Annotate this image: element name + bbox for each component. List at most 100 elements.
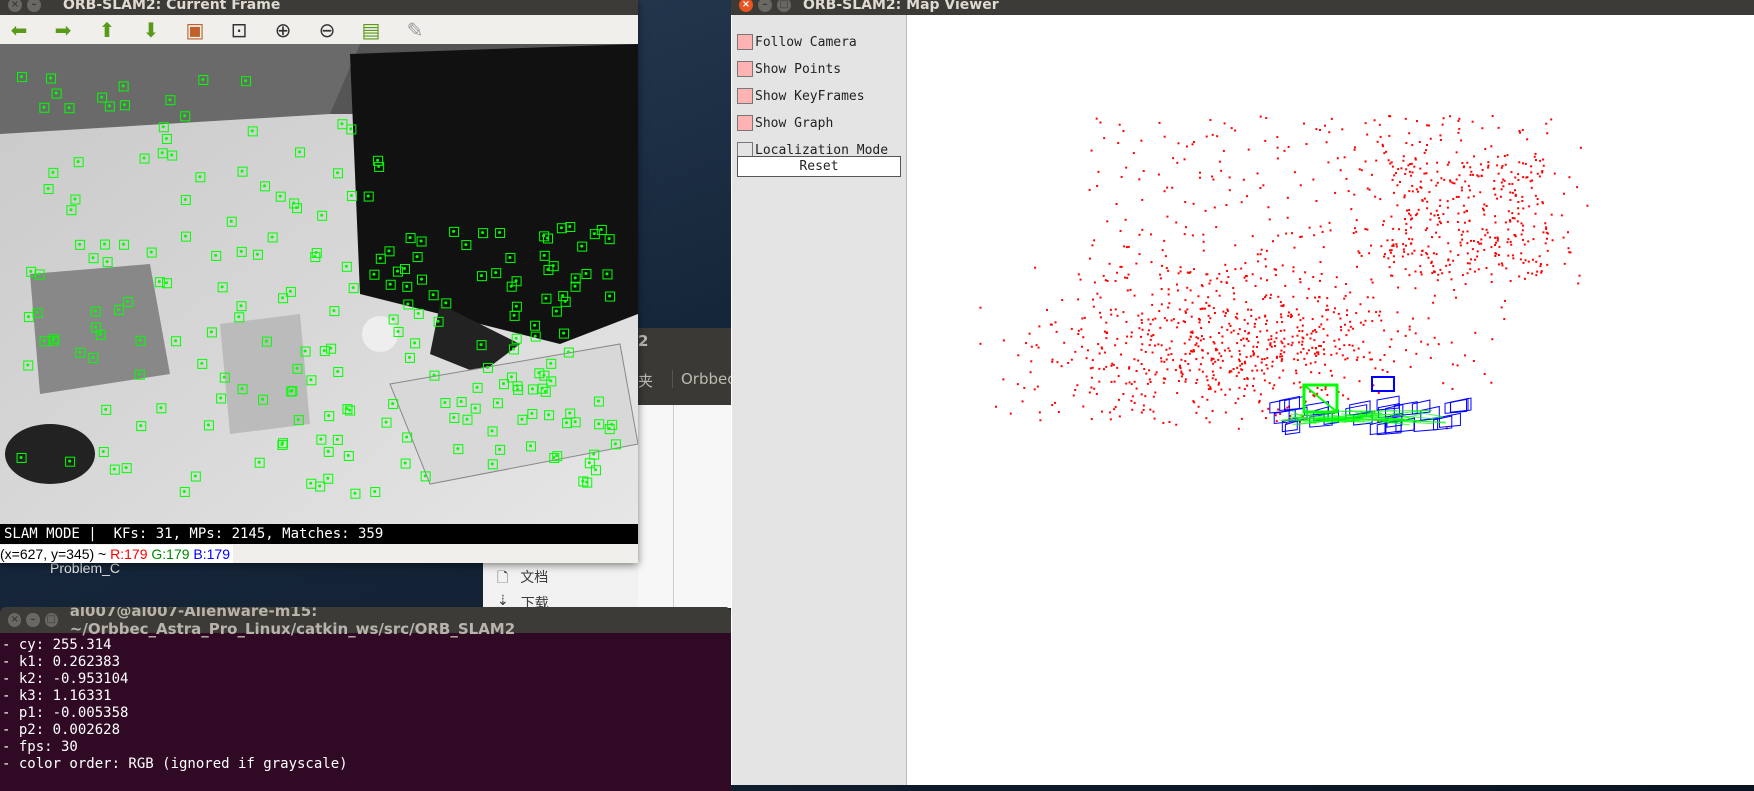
- arrow-down-icon[interactable]: ⬇: [138, 18, 164, 42]
- zoom-in-icon[interactable]: ⊕: [270, 18, 296, 42]
- map-point: [1348, 343, 1351, 346]
- map-point: [1226, 328, 1229, 331]
- map-point: [1274, 274, 1277, 277]
- checkbox-show-graph[interactable]: Show Graph: [737, 113, 833, 133]
- map-point: [1496, 155, 1499, 158]
- feature-point: [584, 271, 588, 275]
- close-icon[interactable]: ×: [739, 0, 753, 12]
- maximize-icon[interactable]: □: [44, 613, 58, 627]
- feature-point: [182, 489, 186, 493]
- map-point: [1313, 395, 1316, 398]
- map-point: [1110, 364, 1113, 367]
- map-point: [1264, 139, 1267, 142]
- checkbox-box[interactable]: [737, 115, 753, 131]
- maximize-icon[interactable]: □: [777, 0, 791, 12]
- map-point: [1315, 331, 1318, 334]
- map-point: [1234, 129, 1237, 132]
- map-point: [1208, 282, 1211, 285]
- map-point: [1237, 371, 1240, 374]
- window-titlebar[interactable]: × – □ al007@al007-Alienware-m15: ~/Orbbec_…: [0, 607, 731, 638]
- map-point: [1509, 279, 1512, 282]
- checkbox-box[interactable]: [737, 88, 753, 104]
- map-point: [1210, 359, 1213, 362]
- map-point: [1245, 301, 1248, 304]
- feature-point: [514, 304, 518, 308]
- close-icon[interactable]: ×: [8, 613, 22, 627]
- map-point: [1171, 186, 1174, 189]
- feature-point: [562, 331, 566, 335]
- map-point: [1412, 317, 1415, 320]
- map-point: [1265, 117, 1268, 120]
- map-point: [1215, 349, 1218, 352]
- map-canvas[interactable]: [907, 15, 1754, 785]
- checkbox-box[interactable]: [737, 61, 753, 77]
- map-point: [1191, 301, 1194, 304]
- feature-point: [566, 350, 570, 354]
- map-point: [1148, 369, 1151, 372]
- map-point: [1127, 245, 1130, 248]
- window-titlebar[interactable]: × – ORB-SLAM2: Current Frame: [0, 0, 638, 15]
- close-icon[interactable]: ×: [8, 0, 22, 12]
- map-point: [1470, 170, 1473, 173]
- pixel-r: R:179: [110, 546, 148, 562]
- map-point: [1165, 348, 1168, 351]
- arrow-right-icon[interactable]: ➡: [50, 18, 76, 42]
- map-point: [1178, 364, 1181, 367]
- map-point: [1381, 223, 1384, 226]
- map-point: [1317, 300, 1320, 303]
- reset-button[interactable]: Reset: [737, 156, 901, 177]
- map-point: [1290, 344, 1293, 347]
- feature-point: [419, 239, 423, 243]
- terminal-output[interactable]: - cy: 255.314- k1: 0.262383- k2: -0.9531…: [0, 633, 731, 773]
- map-point: [1460, 139, 1463, 142]
- window-titlebar[interactable]: × – □ ORB-SLAM2: Map Viewer: [731, 0, 1754, 15]
- map-point: [1370, 173, 1373, 176]
- map-point: [1184, 311, 1187, 314]
- map-point: [1133, 401, 1136, 404]
- map-point: [1578, 274, 1581, 277]
- checkbox-show-keyframes[interactable]: Show KeyFrames: [737, 86, 865, 106]
- map-point: [1177, 380, 1180, 383]
- zoom-fit-icon[interactable]: ⊡: [226, 18, 252, 42]
- map-point: [1479, 163, 1482, 166]
- map-point: [1159, 326, 1162, 329]
- terminal-window[interactable]: × – □ al007@al007-Alienware-m15: ~/Orbbec_…: [0, 607, 731, 791]
- sidebar-item-documents[interactable]: 🗋 文档: [497, 567, 548, 591]
- map-point: [1141, 312, 1144, 315]
- camera-frame-image[interactable]: [0, 44, 638, 524]
- map-point: [1245, 279, 1248, 282]
- save-icon[interactable]: ▤: [358, 18, 384, 42]
- feature-point: [214, 253, 218, 257]
- map-point: [1152, 410, 1155, 413]
- map-point: [1322, 348, 1325, 351]
- zoom-out-icon[interactable]: ⊖: [314, 18, 340, 42]
- map-point: [1244, 275, 1247, 278]
- checkbox-show-points[interactable]: Show Points: [737, 59, 841, 79]
- minimize-icon[interactable]: –: [27, 0, 41, 12]
- checkbox-box[interactable]: [737, 34, 753, 50]
- map-point: [1305, 143, 1308, 146]
- clear-brush-icon[interactable]: ✎: [402, 18, 428, 42]
- minimize-icon[interactable]: –: [26, 613, 40, 627]
- feature-point: [573, 420, 577, 424]
- map-point: [1487, 164, 1490, 167]
- map-point: [1198, 171, 1201, 174]
- map-point: [1049, 323, 1052, 326]
- map-point: [1509, 198, 1512, 201]
- feature-point: [391, 402, 395, 406]
- map-point: [1221, 359, 1224, 362]
- checkbox-follow-camera[interactable]: Follow Camera: [737, 32, 857, 52]
- map-point: [1133, 294, 1136, 297]
- minimize-icon[interactable]: –: [758, 0, 772, 12]
- map-point: [1432, 301, 1435, 304]
- arrow-up-icon[interactable]: ⬆: [94, 18, 120, 42]
- arrow-left-icon[interactable]: ⬅: [6, 18, 32, 42]
- map-point: [1163, 239, 1166, 242]
- map-point: [1150, 261, 1153, 264]
- map-point: [1096, 292, 1099, 295]
- map-point: [1177, 142, 1180, 145]
- image-icon[interactable]: ▣: [182, 18, 208, 42]
- map-point: [1408, 190, 1411, 193]
- tab-folder[interactable]: 夹: [638, 370, 653, 391]
- feature-point: [485, 365, 489, 369]
